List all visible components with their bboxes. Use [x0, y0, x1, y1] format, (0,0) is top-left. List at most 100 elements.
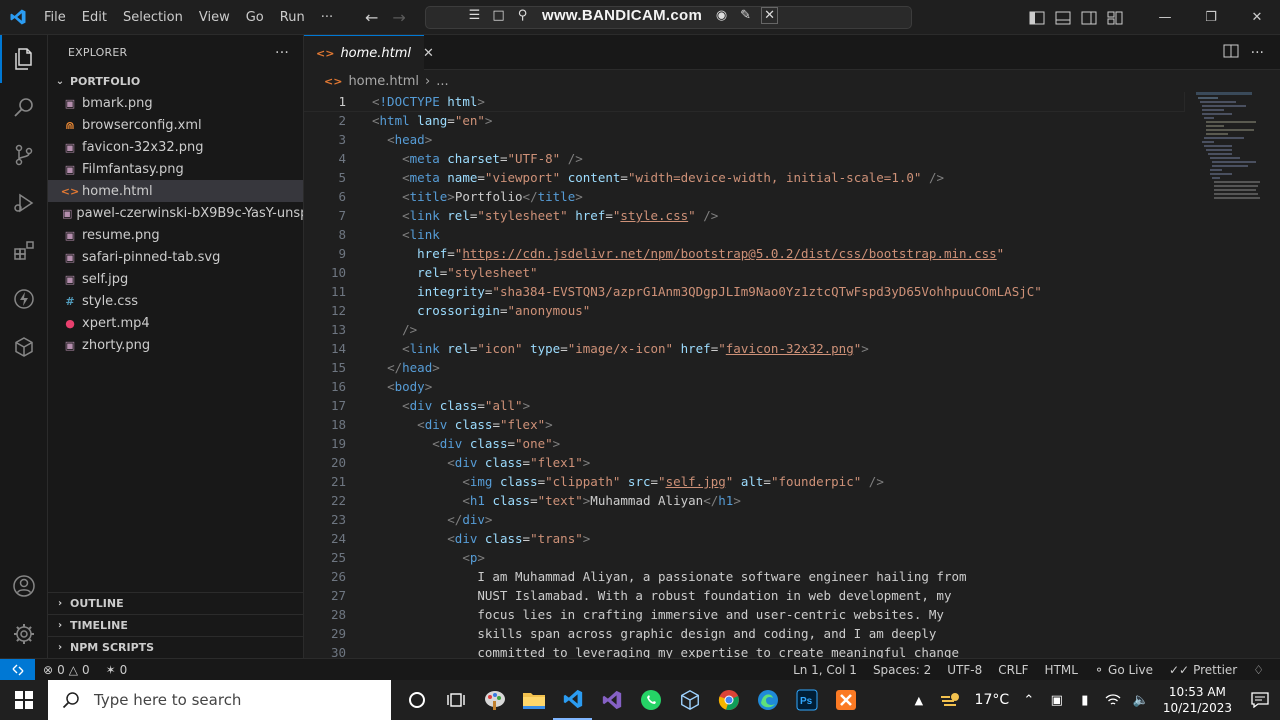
code-line[interactable]: 30 committed to leveraging my expertise …: [304, 643, 1184, 658]
taskbar-search[interactable]: Type here to search: [48, 680, 391, 720]
cursor-position[interactable]: Ln 1, Col 1: [785, 663, 865, 677]
section-timeline[interactable]: › TIMELINE: [48, 614, 303, 636]
file-item[interactable]: ▣ self.jpg: [48, 268, 303, 290]
toggle-panel-icon[interactable]: [1050, 0, 1076, 35]
code-line[interactable]: 19 <div class="one">: [304, 434, 1184, 453]
pencil-icon[interactable]: ✎: [737, 7, 754, 24]
edge-icon[interactable]: [748, 680, 787, 720]
file-item[interactable]: ▣ safari-pinned-tab.svg: [48, 246, 303, 268]
file-item[interactable]: ▣ favicon-32x32.png: [48, 136, 303, 158]
code-line[interactable]: 17 <div class="all">: [304, 396, 1184, 415]
code-line[interactable]: 10 rel="stylesheet": [304, 263, 1184, 282]
task-view-icon[interactable]: [436, 680, 475, 720]
file-item[interactable]: ▣ bmark.png: [48, 92, 303, 114]
restore-button[interactable]: ❐: [1188, 0, 1234, 35]
code-line[interactable]: 7 <link rel="stylesheet" href="style.css…: [304, 206, 1184, 225]
file-item[interactable]: ⋒ browserconfig.xml: [48, 114, 303, 136]
toggle-secondary-sidebar-icon[interactable]: [1076, 0, 1102, 35]
file-explorer-icon[interactable]: [514, 680, 553, 720]
source-control-activity[interactable]: [0, 131, 48, 179]
line-ending[interactable]: CRLF: [990, 663, 1036, 677]
ports-indicator[interactable]: ✶ 0: [98, 663, 136, 677]
containers-activity[interactable]: [0, 323, 48, 371]
file-item[interactable]: # style.css: [48, 290, 303, 312]
start-button[interactable]: [0, 680, 48, 720]
code-line[interactable]: 24 <div class="trans">: [304, 529, 1184, 548]
menu-run[interactable]: Run: [272, 0, 313, 35]
language-mode[interactable]: HTML: [1037, 663, 1086, 677]
menu-view[interactable]: View: [191, 0, 238, 35]
code-line[interactable]: 29 skills span across graphic design and…: [304, 624, 1184, 643]
code-line[interactable]: 15 </head>: [304, 358, 1184, 377]
code-line[interactable]: 22 <h1 class="text">Muhammad Aliyan</h1>: [304, 491, 1184, 510]
remote-activity[interactable]: [0, 275, 48, 323]
menu-go[interactable]: Go: [238, 0, 272, 35]
minimap[interactable]: [1196, 92, 1266, 212]
file-item[interactable]: ▣ Filmfantasy.png: [48, 158, 303, 180]
region-search-icon[interactable]: ⚲: [514, 7, 531, 24]
notifications-bell-icon[interactable]: ♢: [1245, 663, 1272, 677]
photoshop-icon[interactable]: Ps: [787, 680, 826, 720]
go-live-button[interactable]: ⚬ Go Live: [1086, 663, 1161, 677]
remote-indicator[interactable]: [0, 658, 35, 681]
file-item[interactable]: ▣ resume.png: [48, 224, 303, 246]
chrome-icon[interactable]: [709, 680, 748, 720]
customize-layout-icon[interactable]: [1102, 0, 1128, 35]
prettier-status[interactable]: ✓✓ Prettier: [1161, 663, 1245, 677]
code-line[interactable]: 18 <div class="flex">: [304, 415, 1184, 434]
encoding[interactable]: UTF-8: [939, 663, 990, 677]
menu-file[interactable]: File: [36, 0, 74, 35]
file-item[interactable]: ▣ pawel-czerwinski-bX9B9c-YasY-unsp...: [48, 202, 303, 224]
code-line[interactable]: 20 <div class="flex1">: [304, 453, 1184, 472]
3d-viewer-icon[interactable]: [670, 680, 709, 720]
battery-icon[interactable]: ▮: [1071, 693, 1099, 708]
indentation[interactable]: Spaces: 2: [865, 663, 939, 677]
menu-more[interactable]: ···: [313, 0, 341, 35]
section-outline[interactable]: › OUTLINE: [48, 592, 303, 614]
code-line[interactable]: 23 </div>: [304, 510, 1184, 529]
code-line[interactable]: 11 integrity="sha384-EVSTQN3/azprG1Anm3Q…: [304, 282, 1184, 301]
breadcrumb-file[interactable]: home.html: [348, 74, 419, 89]
code-line[interactable]: 1 <!DOCTYPE html>: [304, 92, 1185, 112]
code-line[interactable]: 3 <head>: [304, 130, 1184, 149]
accounts-activity[interactable]: [0, 562, 48, 610]
menu-selection[interactable]: Selection: [115, 0, 191, 35]
menu-edit[interactable]: Edit: [74, 0, 115, 35]
back-arrow-icon[interactable]: ←: [365, 8, 378, 27]
code-line[interactable]: 4 <meta charset="UTF-8" />: [304, 149, 1184, 168]
code-line[interactable]: 13 />: [304, 320, 1184, 339]
more-actions-icon[interactable]: ···: [1251, 45, 1264, 61]
xampp-icon[interactable]: [826, 680, 865, 720]
manage-activity[interactable]: [0, 610, 48, 658]
meet-now-icon[interactable]: ▣: [1043, 693, 1071, 708]
tab-home-html[interactable]: <> home.html ✕: [304, 35, 434, 70]
folder-portfolio[interactable]: ⌄ PORTFOLIO: [48, 70, 303, 92]
run-debug-activity[interactable]: [0, 179, 48, 227]
weather-icon[interactable]: [933, 691, 969, 709]
vertical-scrollbar[interactable]: [1266, 92, 1280, 658]
code-line[interactable]: 2 <html lang="en">: [304, 111, 1184, 130]
whatsapp-icon[interactable]: [631, 680, 670, 720]
explorer-activity[interactable]: [0, 35, 48, 83]
system-clock[interactable]: 10:53 AM 10/21/2023: [1155, 684, 1240, 716]
menu-lines-icon[interactable]: ☰: [466, 7, 483, 24]
close-icon[interactable]: ✕: [423, 46, 434, 61]
code-line[interactable]: 12 crossorigin="anonymous": [304, 301, 1184, 320]
problems-indicator[interactable]: ⊗ 0 △ 0: [35, 663, 98, 677]
extensions-activity[interactable]: [0, 227, 48, 275]
code-line[interactable]: 28 focus lies in crafting immersive and …: [304, 605, 1184, 624]
code-line[interactable]: 16 <body>: [304, 377, 1184, 396]
forward-arrow-icon[interactable]: →: [392, 8, 405, 27]
notification-center-icon[interactable]: [1240, 692, 1280, 708]
file-item[interactable]: <> home.html: [48, 180, 303, 202]
code-line[interactable]: 27 NUST Islamabad. With a robust foundat…: [304, 586, 1184, 605]
code-editor[interactable]: 1 <!DOCTYPE html> 2 <html lang="en"> 3 <head…: [304, 92, 1280, 658]
chevron-up-icon[interactable]: ⌃: [1015, 693, 1043, 708]
code-line[interactable]: 5 <meta name="viewport" content="width=d…: [304, 168, 1184, 187]
close-button[interactable]: ✕: [1234, 0, 1280, 35]
breadcrumb-more[interactable]: ...: [436, 74, 448, 89]
file-item[interactable]: ▣ zhorty.png: [48, 334, 303, 356]
section-npm-scripts[interactable]: › NPM SCRIPTS: [48, 636, 303, 658]
code-line[interactable]: 8 <link: [304, 225, 1184, 244]
code-line[interactable]: 9 href= "https://cdn.jsdelivr.net/npm/boo…: [304, 244, 1184, 263]
